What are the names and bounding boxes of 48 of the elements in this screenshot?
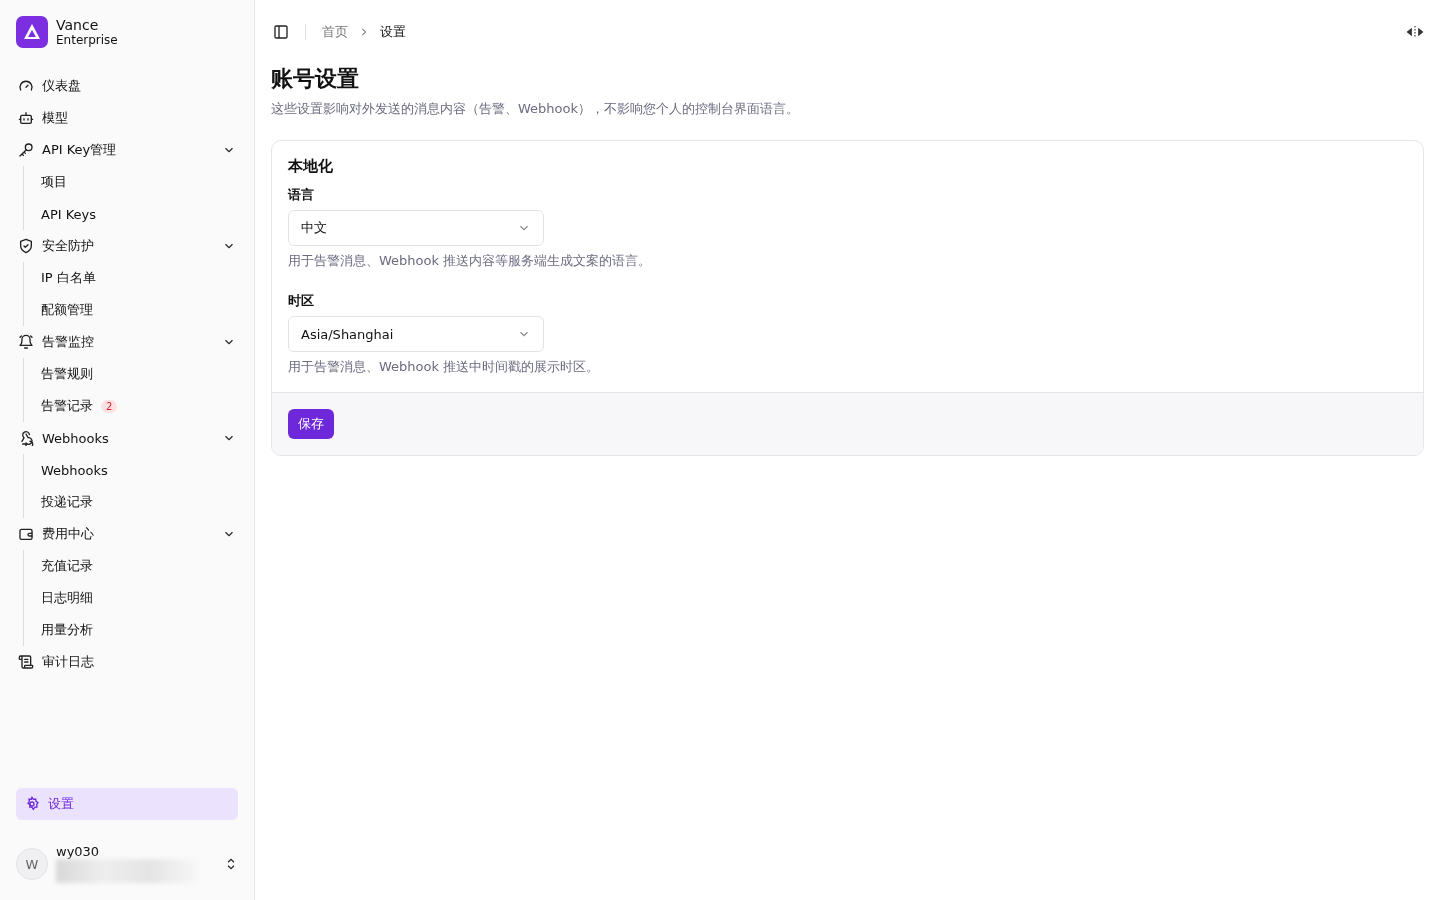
field-label: 语言 xyxy=(288,186,315,204)
nav-subitem[interactable]: 充值记录 xyxy=(41,550,238,582)
nav-subitem[interactable]: 投递记录 xyxy=(41,486,238,518)
field-help-text: 用于告警消息、Webhook 推送内容等服务端生成文案的语言。 xyxy=(288,252,653,270)
settings-nav-item[interactable]: 设置 xyxy=(16,788,238,820)
nav-item[interactable]: 审计日志 xyxy=(16,646,238,678)
save-button[interactable]: 保存 xyxy=(288,409,334,439)
brand-subtitle: Enterprise xyxy=(56,33,118,47)
bell-icon xyxy=(18,334,34,350)
nav-item[interactable]: Webhooks xyxy=(16,422,238,454)
nav-subitem[interactable]: IP 白名单 xyxy=(41,262,238,294)
shield-icon xyxy=(18,238,34,254)
nav-subitem[interactable]: 配额管理 xyxy=(41,294,238,326)
nav-item[interactable]: 仪表盘 xyxy=(16,70,238,102)
field-label: 时区 xyxy=(288,292,315,310)
breadcrumb-item[interactable]: 首页 xyxy=(322,23,348,41)
key-icon xyxy=(18,142,34,158)
webhook-icon xyxy=(18,430,34,446)
select-field[interactable]: Asia/Shanghai xyxy=(288,316,544,352)
nav-item[interactable]: API Key管理 xyxy=(16,134,238,166)
user-avatar: W xyxy=(16,848,48,880)
nav-item[interactable]: 模型 xyxy=(16,102,238,134)
nav-subitem[interactable]: Webhooks xyxy=(41,454,238,486)
select-field[interactable]: 中文 xyxy=(288,210,544,246)
nav-subitem[interactable]: 告警记录 2 xyxy=(41,390,238,422)
wallet-icon xyxy=(18,526,34,542)
card-title: 本地化 xyxy=(288,157,334,176)
brand-name: Vance xyxy=(56,17,100,33)
breadcrumb-item: 设置 xyxy=(380,23,406,41)
nav-subitem[interactable]: 日志明细 xyxy=(41,582,238,614)
sidebar-toggle-icon[interactable] xyxy=(273,24,289,40)
user-name: wy030 xyxy=(56,845,101,859)
count-badge: 2 xyxy=(101,399,118,413)
nav-subitem[interactable]: 项目 xyxy=(41,166,238,198)
robot-icon xyxy=(18,110,34,126)
page-description: 这些设置影响对外发送的消息内容（告警、Webhook），不影响您个人的控制台界面语言。 xyxy=(271,100,801,118)
nav-subitem[interactable]: 告警规则 xyxy=(41,358,238,390)
page-title: 账号设置 xyxy=(271,65,360,93)
gauge-icon xyxy=(18,78,34,94)
nav-item[interactable]: 安全防护 xyxy=(16,230,238,262)
nav-item[interactable]: 费用中心 xyxy=(16,518,238,550)
nav-subitem[interactable]: API Keys xyxy=(41,198,238,230)
logo-icon xyxy=(16,16,48,48)
settings-icon xyxy=(24,796,40,812)
field-help-text: 用于告警消息、Webhook 推送中时间戳的展示时区。 xyxy=(288,358,601,376)
nav-subitem[interactable]: 用量分析 xyxy=(41,614,238,646)
nav-item[interactable]: 告警监控 xyxy=(16,326,238,358)
scroll-icon xyxy=(18,654,34,670)
